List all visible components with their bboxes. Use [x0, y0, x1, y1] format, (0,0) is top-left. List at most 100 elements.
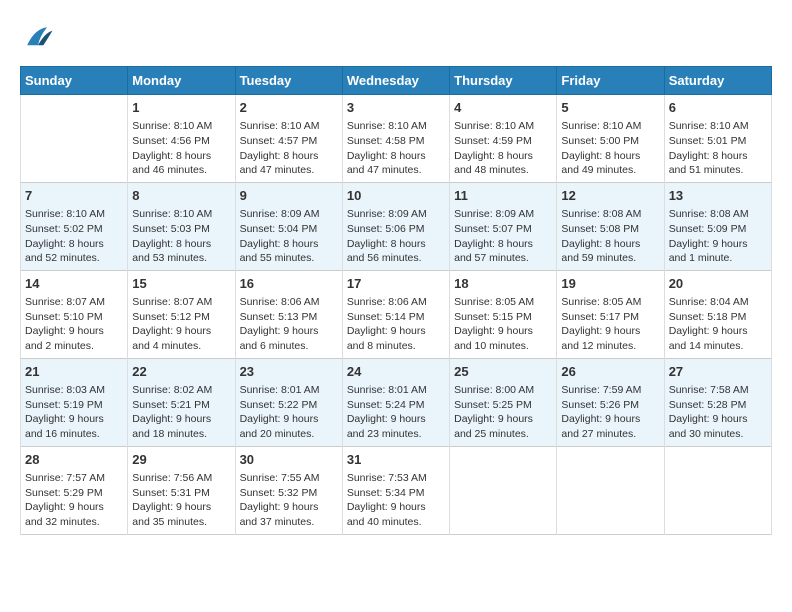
day-info: Sunrise: 8:09 AMSunset: 5:04 PMDaylight:…	[240, 207, 338, 266]
day-number: 20	[669, 275, 767, 293]
day-info: Sunrise: 8:09 AMSunset: 5:07 PMDaylight:…	[454, 207, 552, 266]
day-info: Sunrise: 8:06 AMSunset: 5:13 PMDaylight:…	[240, 295, 338, 354]
day-number: 19	[561, 275, 659, 293]
day-info: Sunrise: 8:10 AMSunset: 4:57 PMDaylight:…	[240, 119, 338, 178]
calendar-cell: 31Sunrise: 7:53 AMSunset: 5:34 PMDayligh…	[342, 446, 449, 534]
day-info: Sunrise: 8:09 AMSunset: 5:06 PMDaylight:…	[347, 207, 445, 266]
week-row: 7 Sunrise: 8:10 AMSunset: 5:02 PMDaylight…	[21, 182, 772, 270]
calendar-cell: 13 Sunrise: 8:08 AMSunset: 5:09 PMDayligh…	[664, 182, 771, 270]
calendar-cell: 8Sunrise: 8:10 AMSunset: 5:03 PMDaylight…	[128, 182, 235, 270]
day-number: 9	[240, 187, 338, 205]
col-header-thursday: Thursday	[450, 67, 557, 95]
calendar-cell: 25 Sunrise: 8:00 AMSunset: 5:25 PMDayligh…	[450, 358, 557, 446]
day-info: Sunrise: 8:08 AMSunset: 5:08 PMDaylight:…	[561, 207, 659, 266]
day-info: Sunrise: 8:10 AMSunset: 5:00 PMDaylight:…	[561, 119, 659, 178]
day-info: Sunrise: 8:03 AMSunset: 5:19 PMDaylight:…	[25, 383, 123, 442]
day-info: Sunrise: 8:08 AMSunset: 5:09 PMDaylight:…	[669, 207, 767, 266]
week-row: 28Sunrise: 7:57 AMSunset: 5:29 PMDayligh…	[21, 446, 772, 534]
day-number: 11	[454, 187, 552, 205]
day-number: 3	[347, 99, 445, 117]
day-number: 15	[132, 275, 230, 293]
day-info: Sunrise: 8:07 AMSunset: 5:12 PMDaylight:…	[132, 295, 230, 354]
day-number: 29	[132, 451, 230, 469]
day-number: 17	[347, 275, 445, 293]
day-info: Sunrise: 8:05 AMSunset: 5:15 PMDaylight:…	[454, 295, 552, 354]
day-info: Sunrise: 7:56 AMSunset: 5:31 PMDaylight:…	[132, 471, 230, 530]
calendar-cell: 16 Sunrise: 8:06 AMSunset: 5:13 PMDayligh…	[235, 270, 342, 358]
calendar-cell: 21 Sunrise: 8:03 AMSunset: 5:19 PMDayligh…	[21, 358, 128, 446]
calendar-table: SundayMondayTuesdayWednesdayThursdayFrid…	[20, 66, 772, 535]
calendar-cell: 11 Sunrise: 8:09 AMSunset: 5:07 PMDayligh…	[450, 182, 557, 270]
day-info: Sunrise: 8:01 AMSunset: 5:22 PMDaylight:…	[240, 383, 338, 442]
calendar-cell: 30 Sunrise: 7:55 AMSunset: 5:32 PMDayligh…	[235, 446, 342, 534]
calendar-cell: 20 Sunrise: 8:04 AMSunset: 5:18 PMDayligh…	[664, 270, 771, 358]
day-info: Sunrise: 8:10 AMSunset: 4:58 PMDaylight:…	[347, 119, 445, 178]
calendar-cell: 24 Sunrise: 8:01 AMSunset: 5:24 PMDayligh…	[342, 358, 449, 446]
page-header	[20, 20, 772, 56]
calendar-cell: 4 Sunrise: 8:10 AMSunset: 4:59 PMDaylight…	[450, 95, 557, 183]
day-number: 26	[561, 363, 659, 381]
day-number: 27	[669, 363, 767, 381]
day-number: 24	[347, 363, 445, 381]
day-info: Sunrise: 8:05 AMSunset: 5:17 PMDaylight:…	[561, 295, 659, 354]
day-number: 4	[454, 99, 552, 117]
day-number: 1	[132, 99, 230, 117]
calendar-cell: 27 Sunrise: 7:58 AMSunset: 5:28 PMDayligh…	[664, 358, 771, 446]
calendar-cell: 28Sunrise: 7:57 AMSunset: 5:29 PMDayligh…	[21, 446, 128, 534]
calendar-cell	[557, 446, 664, 534]
day-info: Sunrise: 8:02 AMSunset: 5:21 PMDaylight:…	[132, 383, 230, 442]
day-number: 5	[561, 99, 659, 117]
day-number: 21	[25, 363, 123, 381]
day-info: Sunrise: 8:07 AMSunset: 5:10 PMDaylight:…	[25, 295, 123, 354]
calendar-cell	[664, 446, 771, 534]
calendar-cell: 5 Sunrise: 8:10 AMSunset: 5:00 PMDaylight…	[557, 95, 664, 183]
day-info: Sunrise: 7:57 AMSunset: 5:29 PMDaylight:…	[25, 471, 123, 530]
calendar-cell: 6 Sunrise: 8:10 AMSunset: 5:01 PMDaylight…	[664, 95, 771, 183]
calendar-cell: 17 Sunrise: 8:06 AMSunset: 5:14 PMDayligh…	[342, 270, 449, 358]
logo-icon	[20, 20, 56, 56]
day-info: Sunrise: 8:10 AMSunset: 5:01 PMDaylight:…	[669, 119, 767, 178]
calendar-cell: 1 Sunrise: 8:10 AMSunset: 4:56 PMDaylight…	[128, 95, 235, 183]
week-row: 1 Sunrise: 8:10 AMSunset: 4:56 PMDaylight…	[21, 95, 772, 183]
calendar-cell: 26Sunrise: 7:59 AMSunset: 5:26 PMDayligh…	[557, 358, 664, 446]
day-number: 7	[25, 187, 123, 205]
week-row: 21 Sunrise: 8:03 AMSunset: 5:19 PMDayligh…	[21, 358, 772, 446]
calendar-cell: 3 Sunrise: 8:10 AMSunset: 4:58 PMDaylight…	[342, 95, 449, 183]
day-number: 12	[561, 187, 659, 205]
day-number: 25	[454, 363, 552, 381]
logo	[20, 20, 60, 56]
calendar-cell: 15 Sunrise: 8:07 AMSunset: 5:12 PMDayligh…	[128, 270, 235, 358]
day-number: 31	[347, 451, 445, 469]
col-header-sunday: Sunday	[21, 67, 128, 95]
day-number: 13	[669, 187, 767, 205]
day-info: Sunrise: 8:10 AMSunset: 5:02 PMDaylight:…	[25, 207, 123, 266]
calendar-cell: 9 Sunrise: 8:09 AMSunset: 5:04 PMDaylight…	[235, 182, 342, 270]
day-number: 22	[132, 363, 230, 381]
day-info: Sunrise: 8:06 AMSunset: 5:14 PMDaylight:…	[347, 295, 445, 354]
day-number: 30	[240, 451, 338, 469]
col-header-friday: Friday	[557, 67, 664, 95]
day-number: 2	[240, 99, 338, 117]
day-info: Sunrise: 7:58 AMSunset: 5:28 PMDaylight:…	[669, 383, 767, 442]
day-info: Sunrise: 8:10 AMSunset: 4:56 PMDaylight:…	[132, 119, 230, 178]
calendar-cell: 14Sunrise: 8:07 AMSunset: 5:10 PMDayligh…	[21, 270, 128, 358]
calendar-cell	[21, 95, 128, 183]
day-info: Sunrise: 8:10 AMSunset: 4:59 PMDaylight:…	[454, 119, 552, 178]
calendar-cell: 29 Sunrise: 7:56 AMSunset: 5:31 PMDayligh…	[128, 446, 235, 534]
day-number: 6	[669, 99, 767, 117]
calendar-cell: 22 Sunrise: 8:02 AMSunset: 5:21 PMDayligh…	[128, 358, 235, 446]
week-row: 14Sunrise: 8:07 AMSunset: 5:10 PMDayligh…	[21, 270, 772, 358]
day-info: Sunrise: 7:55 AMSunset: 5:32 PMDaylight:…	[240, 471, 338, 530]
calendar-cell: 19 Sunrise: 8:05 AMSunset: 5:17 PMDayligh…	[557, 270, 664, 358]
day-number: 23	[240, 363, 338, 381]
day-number: 16	[240, 275, 338, 293]
day-info: Sunrise: 8:04 AMSunset: 5:18 PMDaylight:…	[669, 295, 767, 354]
day-number: 18	[454, 275, 552, 293]
col-header-wednesday: Wednesday	[342, 67, 449, 95]
calendar-cell: 12 Sunrise: 8:08 AMSunset: 5:08 PMDayligh…	[557, 182, 664, 270]
day-info: Sunrise: 8:00 AMSunset: 5:25 PMDaylight:…	[454, 383, 552, 442]
calendar-cell	[450, 446, 557, 534]
day-info: Sunrise: 8:01 AMSunset: 5:24 PMDaylight:…	[347, 383, 445, 442]
calendar-header: SundayMondayTuesdayWednesdayThursdayFrid…	[21, 67, 772, 95]
col-header-tuesday: Tuesday	[235, 67, 342, 95]
